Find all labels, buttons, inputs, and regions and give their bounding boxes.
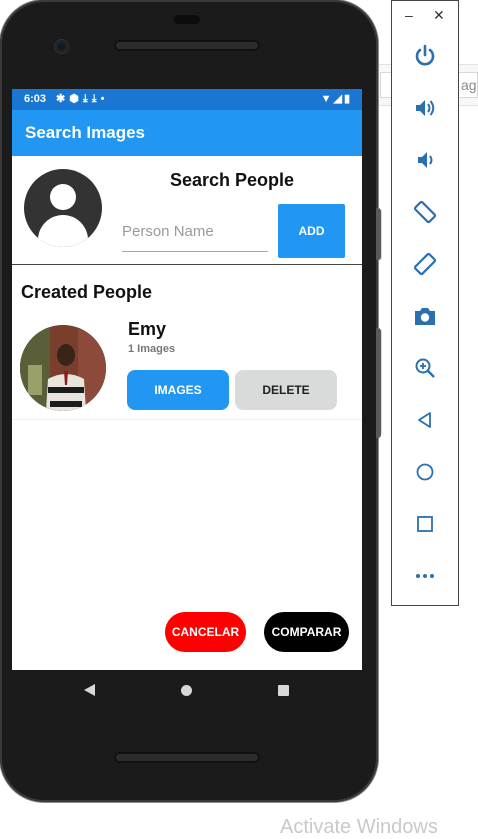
close-button[interactable]: ✕ bbox=[433, 7, 445, 24]
signal-icon: ◢ bbox=[333, 93, 344, 105]
activate-windows-watermark: Activate Windows bbox=[280, 816, 438, 838]
power-icon[interactable] bbox=[408, 39, 442, 73]
person-image-count: 1 Images bbox=[128, 343, 176, 355]
battery-icon: ▮ bbox=[343, 93, 352, 105]
dot-icon: • bbox=[100, 93, 109, 105]
search-people-title: Search People bbox=[169, 170, 295, 190]
person-photo-image bbox=[20, 325, 106, 411]
phone-power-button bbox=[376, 328, 381, 438]
nav-recent-icon[interactable] bbox=[278, 685, 289, 696]
status-time: 6:03 bbox=[24, 93, 47, 105]
bottom-speaker bbox=[114, 752, 260, 763]
camera-icon[interactable] bbox=[408, 299, 442, 333]
delete-button[interactable]: DELETE bbox=[235, 370, 337, 410]
shield-icon: ⬢ bbox=[69, 93, 83, 105]
download-icon: ⤓ bbox=[82, 93, 92, 105]
status-system-icons: ▼◢▮ bbox=[321, 92, 352, 105]
avatar-head bbox=[50, 184, 76, 210]
app-title: Search Images bbox=[25, 123, 146, 142]
status-notification-icons: ✱⬢⤓⤓• bbox=[56, 92, 108, 106]
more-icon[interactable] bbox=[408, 559, 442, 593]
person-placeholder-avatar[interactable] bbox=[24, 169, 102, 247]
android-nav-bar bbox=[12, 670, 362, 710]
avatar-body bbox=[38, 215, 88, 247]
nav-home-icon[interactable] bbox=[181, 685, 192, 696]
top-speaker bbox=[114, 40, 260, 51]
earpiece bbox=[174, 15, 200, 24]
download-icon: ⤓ bbox=[91, 93, 101, 105]
back-icon[interactable] bbox=[408, 403, 442, 437]
gear-icon: ✱ bbox=[56, 93, 70, 105]
phone-volume-button bbox=[376, 208, 381, 260]
app-bar: Search Images bbox=[12, 110, 362, 156]
images-button[interactable]: IMAGES bbox=[127, 370, 229, 410]
nav-back-icon[interactable] bbox=[84, 684, 95, 696]
rotate-left-icon[interactable] bbox=[408, 195, 442, 229]
home-icon[interactable] bbox=[408, 455, 442, 489]
minimize-button[interactable]: – bbox=[405, 7, 413, 23]
wifi-icon: ▼ bbox=[320, 93, 334, 105]
add-button[interactable]: ADD bbox=[278, 204, 345, 258]
app-screen: 6:03 ✱⬢⤓⤓• ▼◢▮ Search Images Search Peop… bbox=[12, 89, 362, 670]
person-name: Emy bbox=[128, 319, 167, 339]
cancel-button[interactable]: CANCELAR bbox=[165, 612, 246, 652]
overview-icon[interactable] bbox=[408, 507, 442, 541]
volume-down-icon[interactable] bbox=[408, 143, 442, 177]
rotate-right-icon[interactable] bbox=[408, 247, 442, 281]
status-bar: 6:03 ✱⬢⤓⤓• ▼◢▮ bbox=[12, 89, 362, 110]
compare-button[interactable]: COMPARAR bbox=[264, 612, 349, 652]
person-photo bbox=[20, 325, 106, 411]
section-divider bbox=[12, 264, 362, 265]
person-name-input[interactable] bbox=[122, 211, 268, 252]
created-people-title: Created People bbox=[21, 282, 153, 302]
front-camera bbox=[55, 40, 68, 53]
row-divider bbox=[12, 419, 362, 420]
phone-frame: 6:03 ✱⬢⤓⤓• ▼◢▮ Search Images Search Peop… bbox=[0, 0, 378, 802]
zoom-in-icon[interactable] bbox=[408, 351, 442, 385]
emulator-toolbar: – ✕ bbox=[391, 0, 459, 606]
volume-up-icon[interactable] bbox=[408, 91, 442, 125]
